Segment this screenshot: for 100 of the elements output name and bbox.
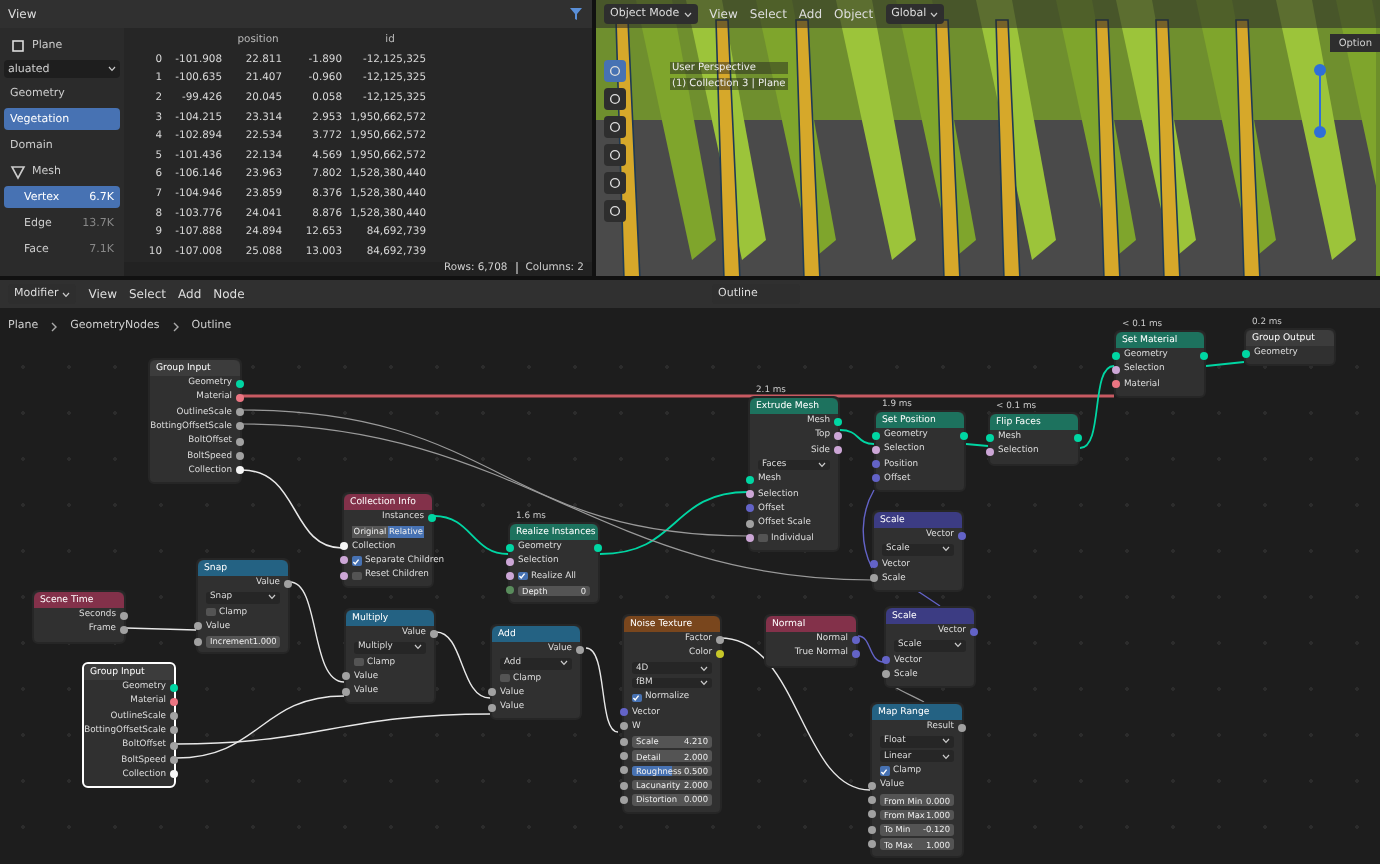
node-socket[interactable] (868, 825, 876, 834)
node-socket[interactable] (170, 712, 178, 721)
checkbox[interactable] (206, 607, 215, 617)
node-socket[interactable] (1112, 380, 1120, 389)
tool-button[interactable] (604, 172, 626, 194)
node-socket[interactable] (834, 417, 842, 426)
node-socket[interactable] (882, 670, 890, 679)
node-socket[interactable] (746, 475, 754, 484)
node-socket[interactable] (236, 422, 244, 431)
node-socket[interactable] (970, 627, 978, 636)
filter-icon[interactable] (568, 6, 584, 22)
node-socket[interactable] (340, 542, 348, 551)
node-socket[interactable] (170, 770, 178, 779)
node-socket[interactable] (868, 796, 876, 805)
node-socket[interactable] (872, 474, 880, 483)
node-socket[interactable] (958, 723, 966, 732)
tool-button[interactable] (604, 88, 626, 110)
node-socket[interactable] (284, 579, 292, 588)
node-socket[interactable] (746, 490, 754, 499)
node-socket[interactable] (576, 645, 584, 654)
checkbox[interactable] (354, 657, 363, 667)
node-socket[interactable] (620, 766, 628, 775)
node-socket[interactable] (716, 635, 724, 644)
node-socket[interactable] (986, 447, 994, 456)
node-socket[interactable] (236, 452, 244, 461)
node-socket[interactable] (120, 625, 128, 634)
node-socket[interactable] (1074, 433, 1082, 442)
node-socket[interactable] (340, 571, 348, 580)
node-socket[interactable] (986, 433, 994, 442)
node-link (585, 647, 619, 733)
node-socket[interactable] (870, 560, 878, 569)
node-socket[interactable] (428, 513, 436, 522)
tool-button[interactable] (604, 116, 626, 138)
node-socket[interactable] (958, 531, 966, 540)
node-socket[interactable] (236, 466, 244, 475)
node-socket[interactable] (620, 751, 628, 760)
node-socket[interactable] (872, 445, 880, 454)
node-socket[interactable] (1242, 349, 1250, 358)
object-icon[interactable] (10, 37, 26, 53)
node-socket[interactable] (868, 810, 876, 819)
caret-icon (62, 291, 71, 297)
node-socket[interactable] (236, 393, 244, 402)
node-socket[interactable] (1112, 365, 1120, 374)
node-socket[interactable] (620, 781, 628, 790)
node-socket[interactable] (746, 533, 754, 542)
node-socket[interactable] (746, 504, 754, 513)
node-socket[interactable] (852, 635, 860, 644)
node-socket[interactable] (746, 519, 754, 528)
node-socket[interactable] (506, 557, 514, 566)
node-socket[interactable] (194, 622, 202, 631)
node-socket[interactable] (834, 431, 842, 440)
node-socket[interactable] (170, 683, 178, 692)
node-socket[interactable] (236, 379, 244, 388)
node-socket[interactable] (870, 574, 878, 583)
node-socket[interactable] (960, 431, 968, 440)
node-socket[interactable] (620, 722, 628, 731)
node-socket[interactable] (342, 687, 350, 696)
circle-icon (608, 120, 622, 134)
node-socket[interactable] (236, 408, 244, 417)
node-socket[interactable] (872, 460, 880, 469)
node-socket[interactable] (430, 629, 438, 638)
node-socket[interactable] (882, 656, 890, 665)
node-socket[interactable] (506, 586, 514, 595)
checkbox[interactable] (632, 693, 641, 703)
node-socket[interactable] (194, 637, 202, 646)
tool-button[interactable] (604, 200, 626, 222)
node-socket[interactable] (506, 543, 514, 552)
node-socket[interactable] (340, 556, 348, 565)
node-socket[interactable] (620, 795, 628, 804)
caret-icon (930, 11, 939, 17)
node-socket[interactable] (488, 703, 496, 712)
checkbox[interactable] (500, 673, 509, 683)
mesh-icon[interactable] (10, 163, 26, 179)
node-socket[interactable] (868, 839, 876, 848)
node-socket[interactable] (170, 756, 178, 765)
node-socket[interactable] (872, 431, 880, 440)
node-socket[interactable] (342, 672, 350, 681)
tool-button[interactable] (604, 144, 626, 166)
node-socket[interactable] (620, 737, 628, 746)
node-socket[interactable] (1200, 351, 1208, 360)
node-socket[interactable] (488, 688, 496, 697)
node-socket[interactable] (716, 649, 724, 658)
checkbox[interactable] (880, 766, 889, 776)
node-socket[interactable] (170, 741, 178, 750)
node-socket[interactable] (506, 572, 514, 581)
checkbox[interactable] (518, 571, 527, 581)
node-socket[interactable] (620, 708, 628, 717)
checkbox[interactable] (352, 571, 361, 581)
circle-icon (608, 148, 622, 162)
node-socket[interactable] (170, 726, 178, 735)
node-socket[interactable] (170, 697, 178, 706)
node-socket[interactable] (1112, 351, 1120, 360)
node-socket[interactable] (236, 437, 244, 446)
node-socket[interactable] (868, 781, 876, 790)
node-socket[interactable] (852, 649, 860, 658)
node-socket[interactable] (594, 543, 602, 552)
node-socket[interactable] (834, 446, 842, 455)
checkbox[interactable] (758, 533, 767, 543)
node-socket[interactable] (120, 611, 128, 620)
checkbox[interactable] (352, 556, 361, 566)
